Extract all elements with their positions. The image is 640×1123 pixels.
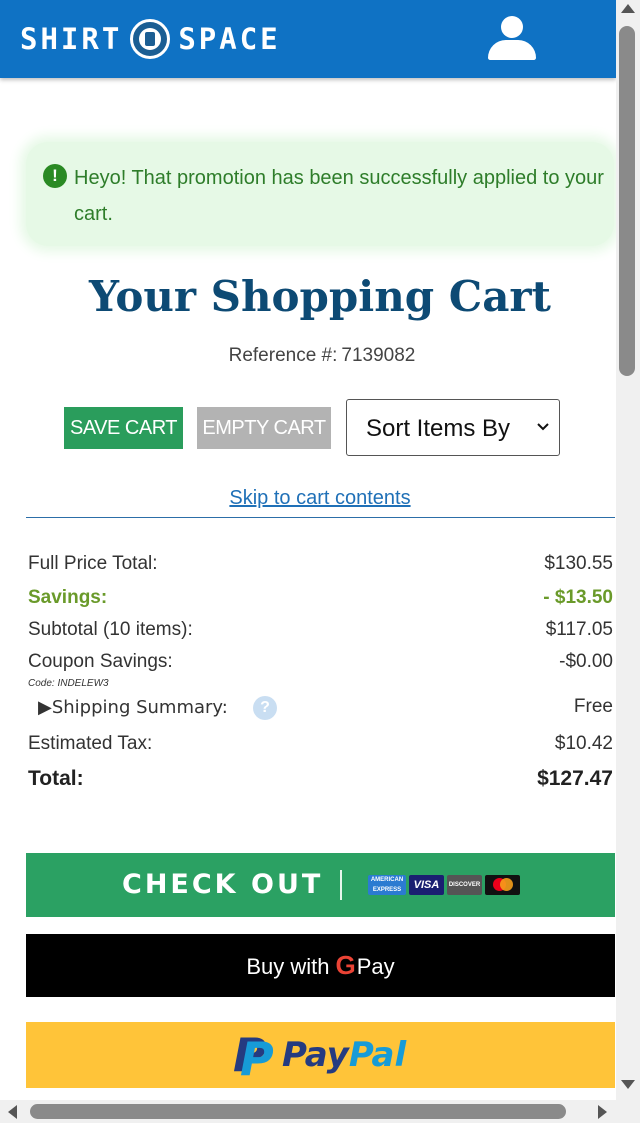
page-viewport: SHIRT SPACE ! Heyo! That promotion has b… — [0, 0, 616, 1100]
scroll-left-arrow-icon[interactable] — [8, 1105, 17, 1119]
subtotal-label: Subtotal (10 items): — [28, 619, 193, 640]
alert-message: Heyo! That promotion has been successful… — [74, 167, 604, 225]
paypal-icon: PP — [233, 1028, 274, 1086]
google-pay-button[interactable]: Buy with GPay — [26, 934, 615, 997]
vertical-scrollbar[interactable] — [616, 0, 640, 1100]
total-label: Total: — [28, 767, 84, 790]
site-header: SHIRT SPACE — [0, 0, 616, 78]
shirtspace-logo[interactable]: SHIRT SPACE — [20, 18, 281, 60]
page-title: Your Shopping Cart — [89, 272, 551, 321]
sort-items-select[interactable]: Sort Items By — [346, 399, 560, 456]
coupon-label: Coupon Savings: — [28, 651, 173, 672]
visa-card-icon: VISA — [409, 875, 444, 895]
sort-select-value: Sort Items By — [366, 415, 511, 442]
gpay-prefix: Buy with — [246, 954, 330, 979]
savings-label: Savings: — [28, 587, 108, 608]
full-price-value: $130.55 — [544, 553, 613, 574]
tax-value: $10.42 — [554, 733, 613, 754]
chevron-down-icon — [537, 423, 549, 431]
promo-success-alert: ! Heyo! That promotion has been successf… — [26, 142, 614, 246]
exclamation-circle-icon: ! — [43, 164, 67, 188]
scroll-up-arrow-icon[interactable] — [621, 4, 635, 13]
save-cart-button[interactable]: SAVE CART — [64, 407, 183, 449]
cart-reference: Reference #: 7139082 — [0, 345, 616, 367]
checkout-button[interactable]: CHECK OUT AMERICAN EXPRESS VISA DISCOVER — [26, 853, 615, 917]
subtotal-value: $117.05 — [545, 619, 613, 640]
tax-label: Estimated Tax: — [28, 733, 153, 754]
horizontal-scrollbar[interactable] — [0, 1100, 640, 1123]
coupon-value: -$0.00 — [559, 651, 613, 672]
reference-number: 7139082 — [341, 345, 416, 366]
paypal-button[interactable]: PP PayPal — [26, 1022, 615, 1088]
scroll-right-arrow-icon[interactable] — [598, 1105, 607, 1119]
mastercard-icon — [485, 875, 520, 895]
paypal-logo: PayPal — [282, 1035, 407, 1075]
coupon-code: Code: INDELEW3 — [28, 678, 109, 689]
reference-label: Reference #: — [228, 345, 338, 366]
savings-value: - $13.50 — [543, 587, 613, 608]
logo-shirt-icon — [130, 19, 171, 59]
logo-text-left: SHIRT — [20, 22, 123, 56]
scroll-down-arrow-icon[interactable] — [621, 1080, 635, 1089]
google-g-icon: G — [335, 950, 356, 980]
skip-to-cart-link[interactable]: Skip to cart contents — [0, 487, 616, 510]
checkout-label: CHECK OUT — [122, 869, 324, 900]
discover-card-icon: DISCOVER — [447, 875, 482, 895]
amex-card-icon: AMERICAN EXPRESS — [368, 875, 406, 895]
logo-text-right: SPACE — [178, 22, 281, 56]
user-icon-head — [501, 16, 523, 38]
shipping-summary-toggle[interactable]: ▶Shipping Summary: — [38, 697, 228, 718]
total-value: $127.47 — [537, 767, 613, 790]
user-account-icon[interactable] — [484, 16, 540, 64]
vertical-scroll-thumb[interactable] — [619, 26, 635, 376]
help-icon[interactable]: ? — [253, 696, 277, 720]
shipping-value: Free — [573, 696, 613, 717]
full-price-label: Full Price Total: — [28, 553, 158, 574]
horizontal-scroll-thumb[interactable] — [30, 1104, 566, 1119]
empty-cart-button[interactable]: EMPTY CART — [197, 407, 331, 449]
checkout-separator — [340, 870, 342, 900]
user-icon-body — [488, 40, 536, 60]
section-divider — [26, 517, 615, 518]
gpay-suffix: Pay — [356, 954, 395, 979]
